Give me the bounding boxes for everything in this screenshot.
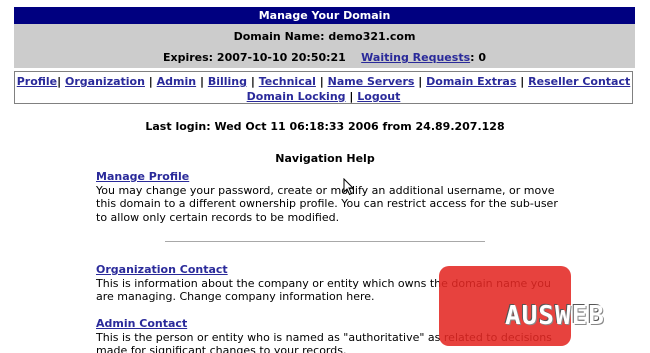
- section-divider: [165, 241, 485, 242]
- page-title-bar: Manage Your Domain: [14, 7, 635, 24]
- mouse-cursor-icon: [343, 178, 355, 196]
- main-nav: Profile| Organization | Admin | Billing …: [14, 71, 633, 104]
- domain-name-label: Domain Name:: [233, 30, 325, 43]
- nav-separator: |: [57, 75, 62, 88]
- nav-logout-link[interactable]: Logout: [357, 90, 400, 103]
- nav-separator: |: [418, 75, 423, 88]
- organization-contact-link[interactable]: Organization Contact: [96, 263, 228, 276]
- nav-separator: |: [520, 75, 525, 88]
- manage-profile-link[interactable]: Manage Profile: [96, 170, 189, 183]
- watermark-logo-text: AUSWEB: [505, 301, 605, 331]
- nav-organization-link[interactable]: Organization: [65, 75, 145, 88]
- nav-separator: |: [319, 75, 324, 88]
- nav-separator: |: [199, 75, 204, 88]
- domain-info-box: Domain Name: demo321.com Expires: 2007-1…: [14, 24, 635, 68]
- nav-technical-link[interactable]: Technical: [259, 75, 316, 88]
- nav-domain-locking-link[interactable]: Domain Locking: [247, 90, 346, 103]
- expires-label: Expires:: [162, 51, 214, 64]
- expires-line: Expires: 2007-10-10 20:50:21 Waiting Req…: [14, 51, 635, 64]
- nav-separator: |: [148, 75, 153, 88]
- nav-billing-link[interactable]: Billing: [208, 75, 247, 88]
- nav-name-servers-link[interactable]: Name Servers: [328, 75, 415, 88]
- waiting-requests-count: : 0: [470, 51, 487, 64]
- nav-admin-link[interactable]: Admin: [157, 75, 196, 88]
- waiting-requests-link[interactable]: Waiting Requests: [361, 51, 470, 64]
- admin-contact-link[interactable]: Admin Contact: [96, 317, 187, 330]
- nav-domain-extras-link[interactable]: Domain Extras: [426, 75, 516, 88]
- domain-name-value: demo321.com: [328, 30, 416, 43]
- last-login-text: Last login: Wed Oct 11 06:18:33 2006 fro…: [145, 120, 505, 133]
- page-title: Manage Your Domain: [258, 9, 391, 22]
- navigation-help-heading: Navigation Help: [275, 152, 375, 165]
- nav-reseller-contact-link[interactable]: Reseller Contact: [528, 75, 630, 88]
- manage-profile-description: You may change your password, create or …: [96, 183, 558, 224]
- nav-profile-link[interactable]: Profile: [17, 75, 57, 88]
- help-section-profile: Manage Profile You may change your passw…: [96, 170, 566, 224]
- expires-value: 2007-10-10 20:50:21: [216, 51, 346, 64]
- nav-separator: |: [349, 90, 354, 103]
- nav-separator: |: [250, 75, 255, 88]
- domain-name-line: Domain Name: demo321.com: [14, 30, 635, 43]
